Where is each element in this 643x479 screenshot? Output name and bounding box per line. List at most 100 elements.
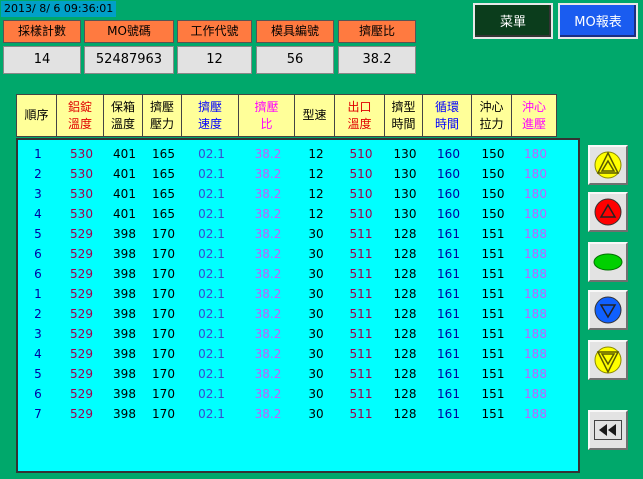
down-triangle-icon (594, 296, 622, 324)
table-cell: 30 (308, 327, 324, 341)
clock-display: 2013/ 8/ 6 09:36:01 (1, 1, 117, 17)
column-header-line1: 沖心 (521, 99, 546, 114)
table-cell: 38.2 (254, 267, 282, 281)
column-header: 出口 溫度 (334, 94, 385, 137)
table-cell: 130 (393, 187, 417, 201)
table-cell: 150 (481, 207, 505, 221)
table-cell: 128 (393, 387, 417, 401)
table-cell: 12 (308, 207, 324, 221)
table-cell: 165 (152, 187, 175, 201)
table-cell: 511 (349, 227, 373, 241)
header-label-5: 擠壓比 (338, 20, 416, 43)
table-row: 6 529 398 170 02.1 38.2 30 511 128 161 151 188 (18, 264, 558, 284)
table-cell: 529 (70, 387, 93, 401)
table-cell: 530 (70, 167, 93, 181)
table-cell: 151 (481, 227, 505, 241)
scroll-up-button[interactable] (588, 192, 628, 232)
header-value-5: 38.2 (338, 46, 416, 74)
table-cell: 150 (481, 187, 505, 201)
table-cell: 530 (70, 147, 93, 161)
table-row: 5 529 398 170 02.1 38.2 30 511 128 161 151 188 (18, 224, 558, 244)
table-cell: 510 (349, 207, 373, 221)
table-cell: 128 (393, 247, 417, 261)
table-cell: 2 (34, 167, 42, 181)
table-cell: 30 (308, 227, 324, 241)
table-cell: 30 (308, 247, 324, 261)
double-down-triangle-icon (594, 346, 622, 374)
table-cell: 161 (437, 227, 460, 241)
table-cell: 529 (70, 347, 93, 361)
scroll-down-button[interactable] (588, 290, 628, 330)
mo-report-button[interactable]: MO報表 (558, 3, 638, 39)
center-button[interactable] (588, 242, 628, 282)
column-header-line2: 壓力 (149, 116, 174, 131)
column-header-line1: 沖心 (479, 99, 504, 114)
table-cell: 511 (349, 327, 373, 341)
table-cell: 2 (34, 307, 42, 321)
table-cell: 30 (308, 287, 324, 301)
table-cell: 38.2 (254, 387, 282, 401)
table-cell: 180 (524, 167, 547, 181)
table-cell: 188 (524, 327, 547, 341)
back-button[interactable] (588, 410, 628, 450)
table-cell: 5 (34, 227, 42, 241)
table-row: 1 530 401 165 02.1 38.2 12 510 130 160 150 180 (18, 144, 558, 164)
table-cell: 02.1 (198, 327, 225, 341)
column-header-line1: 出口 (347, 99, 372, 114)
menu-button[interactable]: 菜單 (473, 3, 553, 39)
table-row: 4 530 401 165 02.1 38.2 12 510 130 160 150 180 (18, 204, 558, 224)
table-cell: 02.1 (198, 407, 225, 421)
table-cell: 188 (524, 307, 547, 321)
table-cell: 170 (152, 307, 175, 321)
table-cell: 161 (437, 307, 460, 321)
table-cell: 5 (34, 367, 42, 381)
table-cell: 180 (524, 187, 547, 201)
table-cell: 161 (437, 247, 460, 261)
table-cell: 30 (308, 267, 324, 281)
column-header: 循環 時間 (422, 94, 472, 137)
table-cell: 38.2 (254, 367, 282, 381)
table-cell: 165 (152, 167, 175, 181)
table-cell: 02.1 (198, 227, 225, 241)
table-cell: 30 (308, 387, 324, 401)
column-header-line2: 溫度 (67, 116, 92, 131)
table-row: 2 529 398 170 02.1 38.2 30 511 128 161 151 188 (18, 304, 558, 324)
column-header-line2: 溫度 (110, 116, 135, 131)
table-cell: 38.2 (254, 247, 282, 261)
up-triangle-icon (594, 198, 622, 226)
data-table: 1 530 401 165 02.1 38.2 12 510 130 160 150 180 2 530 4… (18, 144, 558, 424)
table-cell: 130 (393, 207, 417, 221)
table-cell: 38.2 (254, 147, 282, 161)
table-cell: 130 (393, 167, 417, 181)
table-cell: 398 (113, 387, 136, 401)
double-up-triangle-icon (594, 151, 622, 179)
table-cell: 401 (113, 167, 136, 181)
table-cell: 188 (524, 267, 547, 281)
table-cell: 529 (70, 267, 93, 281)
table-cell: 188 (524, 287, 547, 301)
table-cell: 170 (152, 387, 175, 401)
table-cell: 529 (70, 327, 93, 341)
table-cell: 170 (152, 407, 175, 421)
column-header: 順序 (16, 94, 57, 137)
page-down-button[interactable] (588, 340, 628, 380)
table-cell: 398 (113, 227, 136, 241)
table-row: 1 529 398 170 02.1 38.2 30 511 128 161 151 188 (18, 284, 558, 304)
table-cell: 188 (524, 407, 547, 421)
table-row: 6 529 398 170 02.1 38.2 30 511 128 161 151 188 (18, 244, 558, 264)
table-cell: 130 (393, 147, 417, 161)
column-header-line2: 時間 (391, 116, 416, 131)
table-cell: 38.2 (254, 187, 282, 201)
table-cell: 02.1 (198, 207, 225, 221)
column-header: 鋁錠 溫度 (56, 94, 104, 137)
page-up-button[interactable] (588, 145, 628, 185)
header-label-1: 採樣計數 (3, 20, 81, 43)
table-cell: 1 (34, 147, 42, 161)
table-cell: 161 (437, 267, 460, 281)
column-header-line1: 擠壓 (254, 99, 279, 114)
table-cell: 12 (308, 167, 324, 181)
column-header-line1: 型速 (302, 108, 327, 122)
table-cell: 151 (481, 367, 505, 381)
table-cell: 170 (152, 367, 175, 381)
data-table-panel[interactable]: 1 530 401 165 02.1 38.2 12 510 130 160 150 180 2 530 4… (16, 138, 580, 473)
